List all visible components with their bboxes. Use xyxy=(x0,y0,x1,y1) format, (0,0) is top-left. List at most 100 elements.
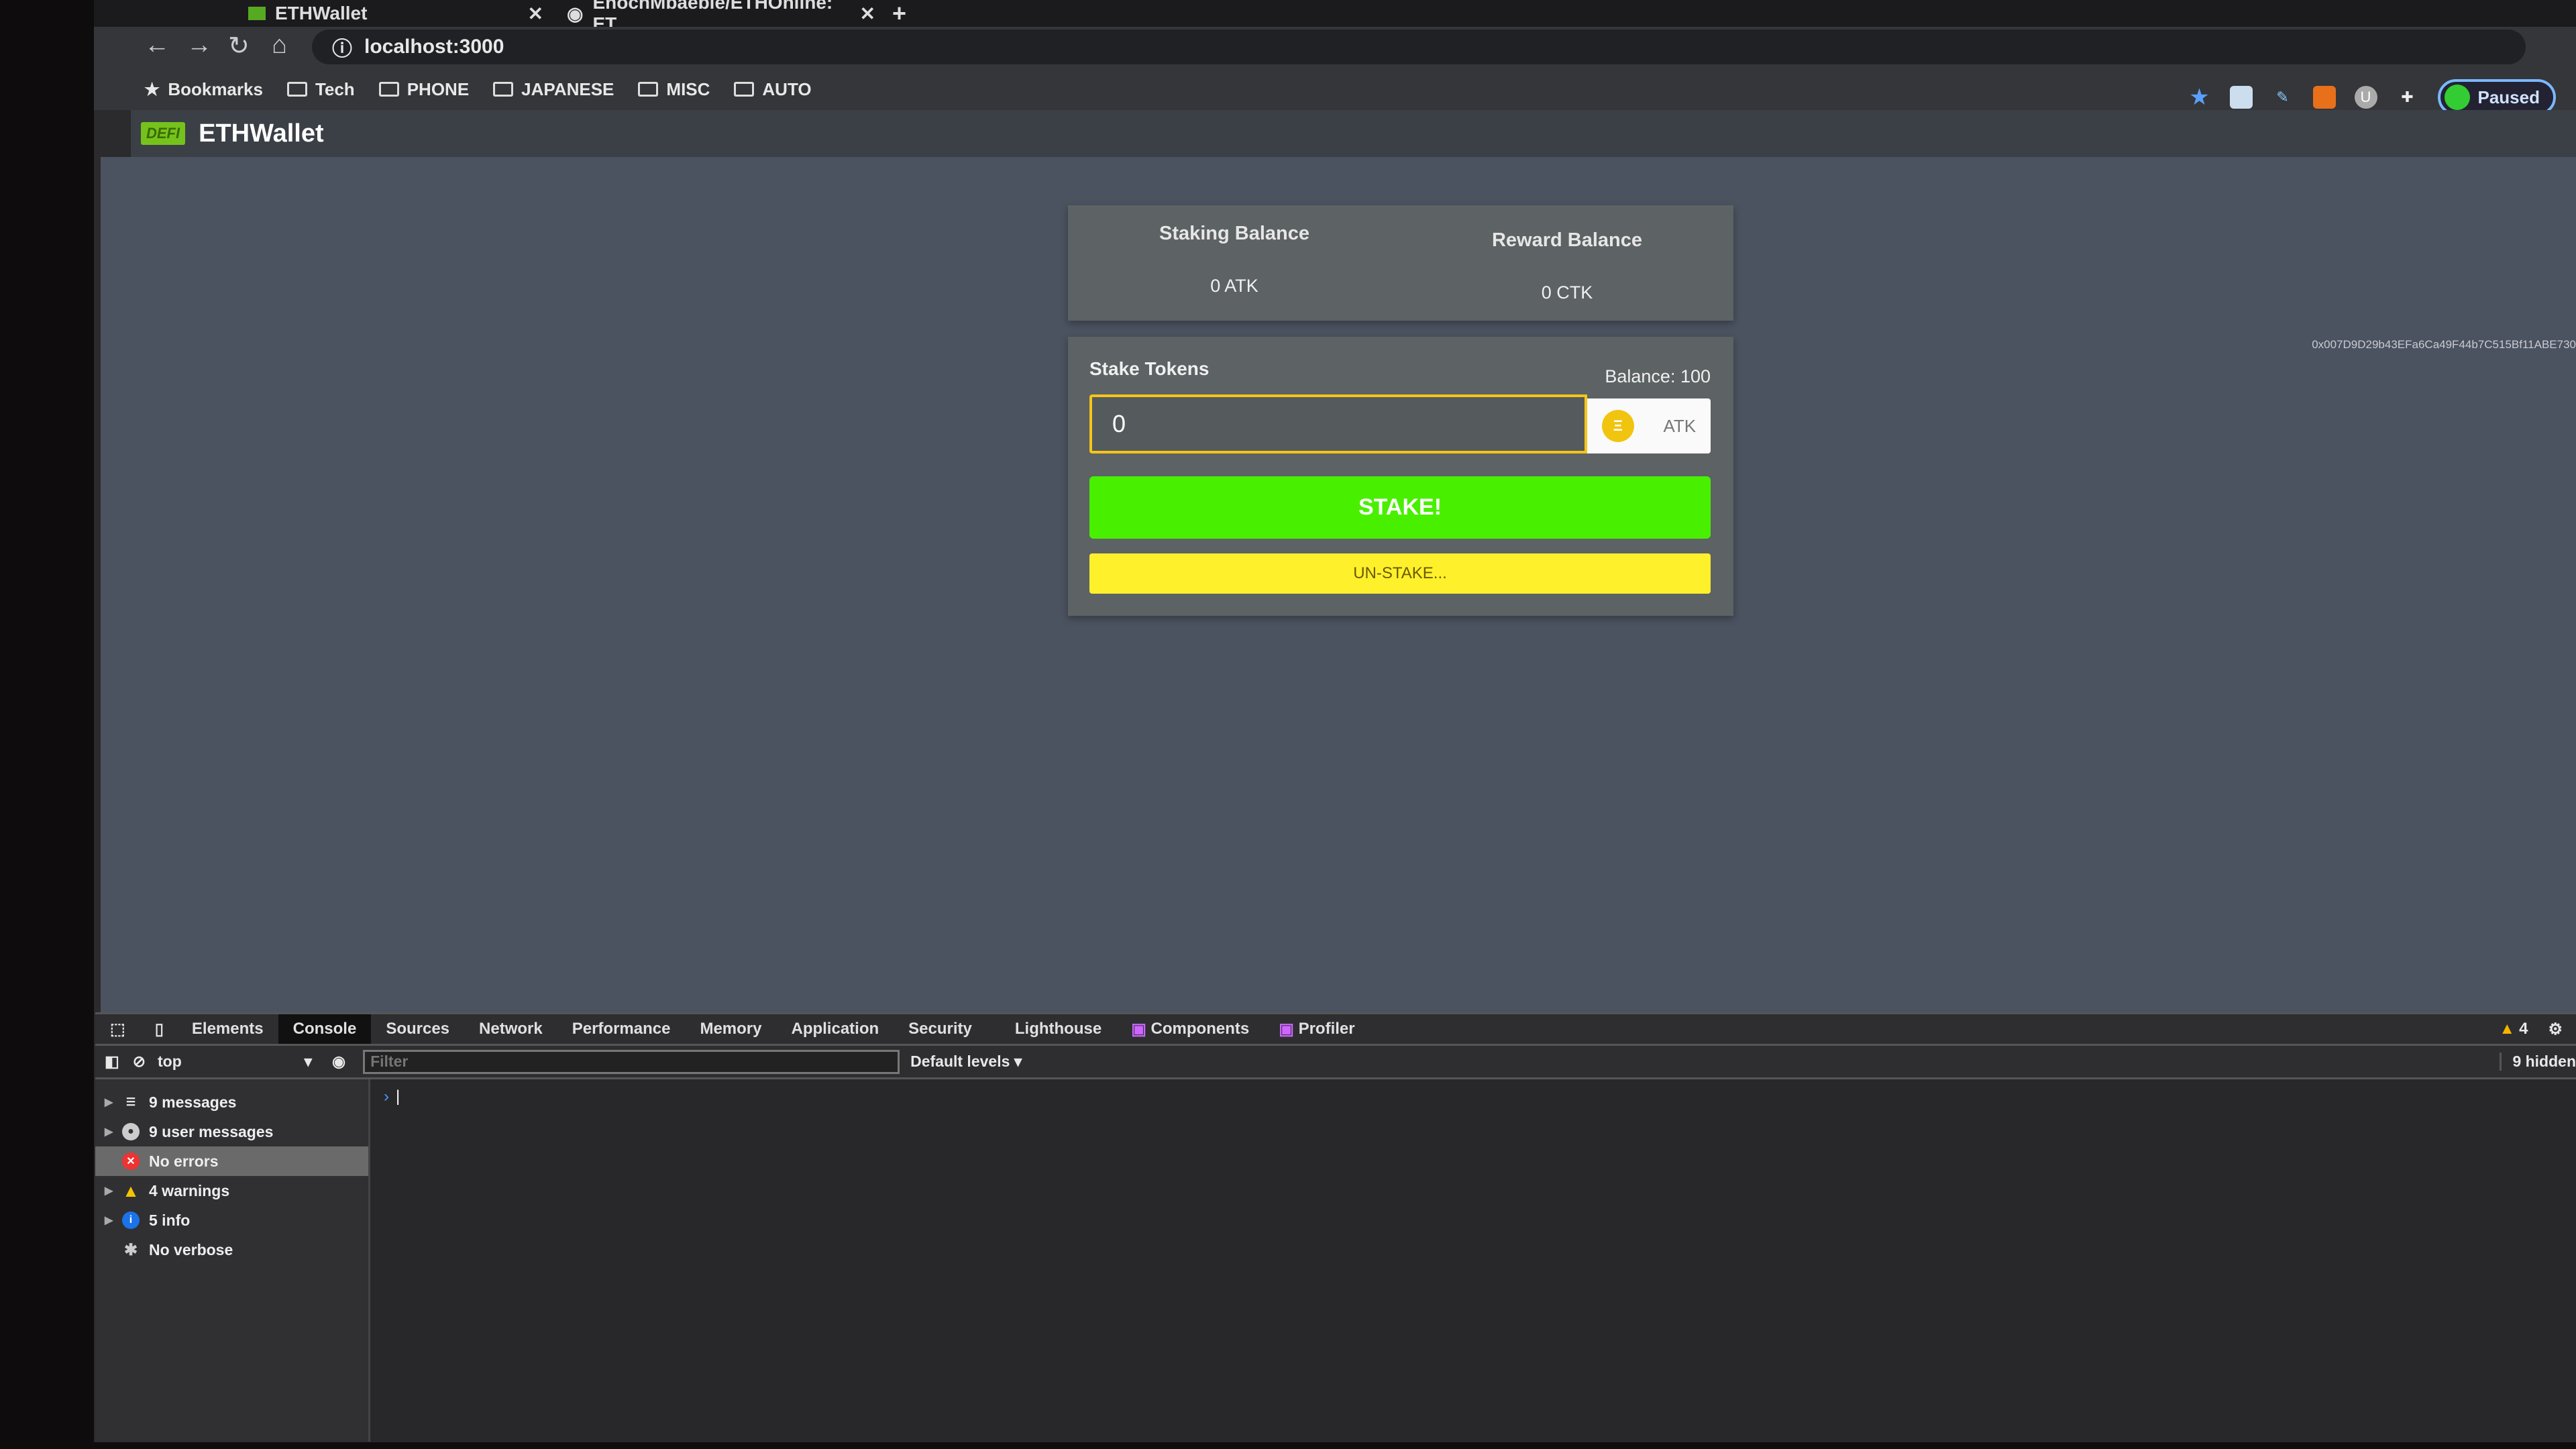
stake-tokens-label: Stake Tokens xyxy=(1089,358,1210,379)
reward-balance-value: 0 CTK xyxy=(1541,282,1593,303)
staking-balance: Staking Balance 0 ATK xyxy=(1068,223,1401,297)
bookmark-phone[interactable]: PHONE xyxy=(378,78,470,100)
bug-icon: ✱ xyxy=(123,1240,138,1259)
sidebar-label: No verbose xyxy=(149,1240,233,1258)
warnings-count[interactable]: 4 xyxy=(2519,1020,2528,1038)
sidebar-item-messages[interactable]: ▶ ☰ 9 messages xyxy=(95,1087,368,1117)
sidebar-label: 9 messages xyxy=(149,1093,237,1111)
puzzle-icon[interactable]: ✚ xyxy=(2396,86,2419,109)
bookmark-label: AUTO xyxy=(762,78,812,99)
token-balance: Balance: 100 xyxy=(1605,366,1711,386)
tab-title: ETHWallet xyxy=(275,3,368,23)
bookmark-auto[interactable]: AUTO xyxy=(734,78,812,100)
clear-console-icon[interactable]: ⊘ xyxy=(133,1053,146,1071)
tab-sources[interactable]: Sources xyxy=(371,1014,464,1044)
bookmark-tech[interactable]: Tech xyxy=(286,78,355,100)
tab-components[interactable]: ▣ Components xyxy=(1116,1014,1264,1044)
sidebar-item-errors[interactable]: ✕ No errors xyxy=(95,1146,368,1176)
reload-icon[interactable]: ↻ xyxy=(228,31,250,61)
warning-icon[interactable]: ▲ xyxy=(2499,1020,2515,1038)
tab-security[interactable]: Security xyxy=(894,1014,987,1044)
list-icon: ☰ xyxy=(125,1097,136,1108)
new-tab-button[interactable]: + xyxy=(892,0,906,27)
info-icon: i xyxy=(122,1212,140,1229)
avatar xyxy=(2444,85,2470,110)
screen-icon[interactable] xyxy=(2229,86,2253,109)
sidebar-toggle-icon[interactable]: ◧ xyxy=(105,1053,119,1071)
bookmark-misc[interactable]: MISC xyxy=(638,79,710,100)
tab-application[interactable]: Application xyxy=(776,1014,894,1044)
react-icon: ▣ xyxy=(1131,1020,1151,1038)
star-icon[interactable]: ★ xyxy=(2188,85,2211,110)
console-toolbar: ◧ ⊘ top ▾ ◉ Default levels ▾ 9 hidden xyxy=(95,1046,2576,1079)
reward-balance: Reward Balance 0 CTK xyxy=(1401,229,1733,303)
tab-performance[interactable]: Performance xyxy=(557,1014,686,1044)
forward-icon[interactable]: → xyxy=(186,31,212,60)
settings-gear-icon[interactable]: ⚙ xyxy=(2548,1020,2563,1039)
sidebar-item-verbose[interactable]: ✱ No verbose xyxy=(95,1235,368,1265)
devtools-panel: ⬚ ▯ Elements Console Sources Network Per… xyxy=(95,1012,2576,1442)
console-prompt-icon[interactable]: › | xyxy=(384,1087,400,1106)
folder-icon xyxy=(493,82,514,97)
brand-title[interactable]: ETHWallet xyxy=(199,119,324,148)
profile-status: Paused xyxy=(2477,87,2540,107)
tab-label: Components xyxy=(1150,1020,1250,1038)
dropdown-arrow-icon: ▾ xyxy=(304,1053,313,1070)
stake-card: Stake Tokens Balance: 100 Ξ ATK STAKE! U… xyxy=(1068,337,1733,616)
levels-value: Default levels xyxy=(910,1053,1010,1070)
expand-arrow-icon: ▶ xyxy=(105,1126,113,1138)
stake-amount-input[interactable] xyxy=(1089,394,1587,453)
devtools-tabs: ⬚ ▯ Elements Console Sources Network Per… xyxy=(95,1012,2576,1046)
tab-label: Profiler xyxy=(1298,1020,1355,1038)
unstake-button[interactable]: UN-STAKE... xyxy=(1089,553,1711,594)
bookmark-japanese[interactable]: JAPANESE xyxy=(493,79,614,100)
folder-icon xyxy=(734,82,755,97)
github-icon: ◉ xyxy=(567,3,584,24)
context-value: top xyxy=(158,1053,182,1070)
levels-select[interactable]: Default levels ▾ xyxy=(910,1053,1022,1071)
expand-arrow-icon: ▶ xyxy=(105,1185,113,1197)
tab-profiler[interactable]: ▣ Profiler xyxy=(1264,1014,1369,1044)
bookmark-label: Tech xyxy=(315,78,355,99)
folder-icon xyxy=(638,82,659,97)
tab-memory[interactable]: Memory xyxy=(685,1014,776,1044)
address-bar[interactable]: ⓘ localhost:3000 xyxy=(312,30,2526,64)
stake-button[interactable]: STAKE! xyxy=(1089,476,1711,539)
close-tab-icon[interactable]: ✕ xyxy=(528,3,543,25)
back-icon[interactable]: ← xyxy=(144,31,170,60)
tab-elements[interactable]: Elements xyxy=(177,1014,278,1044)
staking-balance-value: 0 ATK xyxy=(1210,276,1258,296)
device-toolbar-icon[interactable]: ▯ xyxy=(140,1014,177,1044)
token-addon: Ξ ATK xyxy=(1587,398,1711,453)
pen-icon[interactable]: ✎ xyxy=(2271,86,2294,109)
sidebar-item-user-messages[interactable]: ▶ ● 9 user messages xyxy=(95,1117,368,1146)
bookmark-label: PHONE xyxy=(407,78,470,99)
url-text: localhost:3000 xyxy=(364,36,504,58)
filter-input[interactable] xyxy=(363,1049,900,1074)
tab-console[interactable]: Console xyxy=(278,1014,372,1044)
close-tab-icon[interactable]: ✕ xyxy=(860,3,875,25)
hidden-count: 9 hidden xyxy=(2500,1053,2576,1071)
bookmark-bookmarks[interactable]: ★ Bookmarks xyxy=(144,79,263,100)
tab-ethwallet[interactable]: ETHWallet ✕ xyxy=(248,0,543,27)
sidebar-item-warnings[interactable]: ▶ ▲ 4 warnings xyxy=(95,1176,368,1205)
context-select[interactable]: top ▾ xyxy=(158,1053,312,1071)
app-navbar: DEFI ETHWallet xyxy=(131,110,2576,157)
u-icon[interactable]: U xyxy=(2354,86,2377,109)
tab-github[interactable]: ◉ EnochMbaebie/ETHOnline: ET ✕ xyxy=(567,0,875,34)
tab-network[interactable]: Network xyxy=(464,1014,557,1044)
error-icon: ✕ xyxy=(122,1152,140,1170)
metamask-fox-icon[interactable] xyxy=(2312,86,2336,109)
token-coin-icon: Ξ xyxy=(1601,410,1634,442)
staking-balance-label: Staking Balance xyxy=(1159,223,1310,244)
expand-arrow-icon: ▶ xyxy=(105,1097,113,1108)
tab-lighthouse[interactable]: Lighthouse xyxy=(1000,1014,1116,1044)
favicon-icon xyxy=(248,7,266,20)
sidebar-item-info[interactable]: ▶ i 5 info xyxy=(95,1205,368,1235)
inspect-icon[interactable]: ⬚ xyxy=(95,1014,140,1044)
eye-icon[interactable]: ◉ xyxy=(332,1053,345,1071)
star-icon: ★ xyxy=(144,78,160,99)
folder-icon xyxy=(378,82,399,97)
home-icon[interactable]: ⌂ xyxy=(272,31,287,60)
sidebar-label: 5 info xyxy=(149,1211,191,1229)
